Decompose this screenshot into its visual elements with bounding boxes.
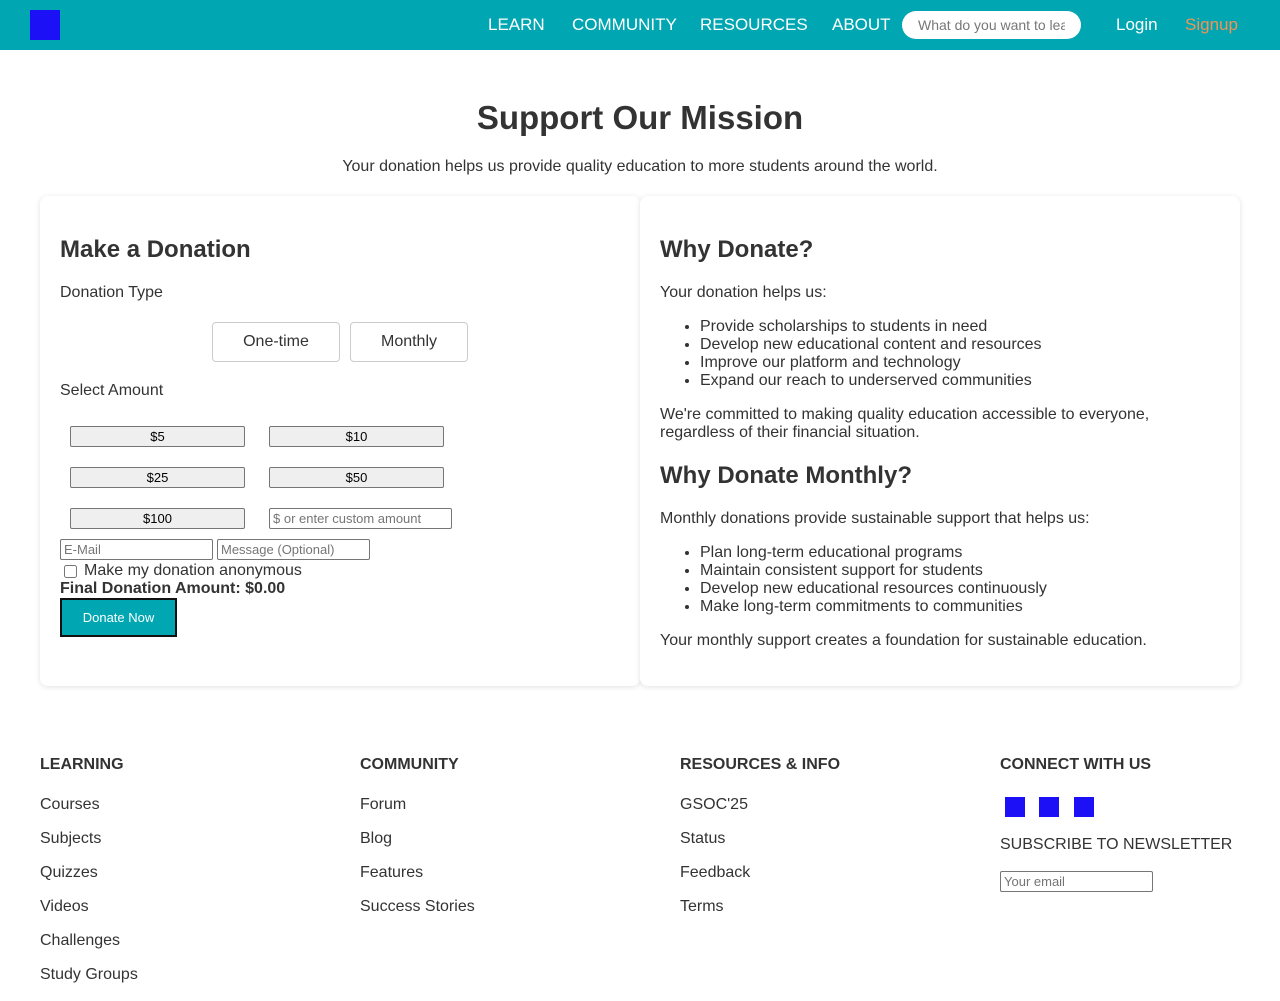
signup-link[interactable]: Signup: [1185, 15, 1238, 35]
why-donate-card: Why Donate? Your donation helps us: Prov…: [640, 196, 1240, 686]
footer-resources-column: RESOURCES & INFO GSOC'25 Status Feedback…: [680, 756, 841, 915]
one-time-button[interactable]: One-time: [212, 322, 340, 362]
final-donation-amount: Final Donation Amount: $0.00: [60, 580, 286, 597]
top-navbar: LEARN COMMUNITY RESOURCES ABOUT Login Si…: [0, 0, 1280, 50]
footer-link-blog[interactable]: Blog: [360, 830, 392, 848]
footer-link-gsoc[interactable]: GSOC'25: [680, 796, 748, 814]
amount-5-button[interactable]: $5: [70, 426, 245, 447]
footer-connect-column: CONNECT WITH US: [1000, 756, 1151, 774]
footer-link-status[interactable]: Status: [680, 830, 725, 848]
nav-learn-link[interactable]: LEARN: [488, 15, 545, 35]
search-input[interactable]: [902, 11, 1081, 39]
footer-learning-column: LEARNING Courses Subjects Quizzes Videos…: [40, 756, 138, 983]
list-item: Make long-term commitments to communitie…: [700, 598, 1220, 616]
amount-100-button[interactable]: $100: [70, 508, 245, 529]
page-title: Support Our Mission: [476, 99, 804, 136]
social-icon[interactable]: [1005, 797, 1025, 817]
donation-card: Make a Donation Donation Type One-time M…: [40, 196, 640, 686]
footer-link-courses[interactable]: Courses: [40, 796, 100, 814]
message-field[interactable]: [217, 539, 370, 560]
footer-link-study-groups[interactable]: Study Groups: [40, 966, 138, 984]
footer-community-heading: COMMUNITY: [360, 756, 459, 773]
list-item: Provide scholarships to students in need: [700, 318, 1220, 336]
custom-amount-input[interactable]: [269, 508, 452, 529]
footer-link-success-stories[interactable]: Success Stories: [360, 898, 475, 916]
why-monthly-intro: Monthly donations provide sustainable su…: [660, 510, 1090, 527]
nav-resources-link[interactable]: RESOURCES: [700, 15, 808, 35]
footer-link-quizzes[interactable]: Quizzes: [40, 864, 98, 882]
why-monthly-closing: Your monthly support creates a foundatio…: [660, 632, 1147, 649]
footer-resources-heading: RESOURCES & INFO: [680, 756, 841, 773]
select-amount-label: Select Amount: [60, 382, 164, 399]
donate-now-button[interactable]: Donate Now: [60, 598, 177, 637]
logo-icon[interactable]: [30, 10, 60, 40]
footer-community-column: COMMUNITY Forum Blog Features Success St…: [360, 756, 475, 915]
anonymous-label: Make my donation anonymous: [84, 562, 302, 579]
nav-community-link[interactable]: COMMUNITY: [572, 15, 677, 35]
amount-50-button[interactable]: $50: [269, 467, 444, 488]
email-field[interactable]: [60, 539, 213, 560]
why-donate-intro: Your donation helps us:: [660, 284, 827, 301]
list-item: Develop new educational content and reso…: [700, 336, 1220, 354]
anonymous-checkbox[interactable]: [64, 564, 77, 578]
newsletter-label: SUBSCRIBE TO NEWSLETTER: [1000, 836, 1233, 853]
login-link[interactable]: Login: [1116, 15, 1158, 35]
footer-link-subjects[interactable]: Subjects: [40, 830, 101, 848]
amount-25-button[interactable]: $25: [70, 467, 245, 488]
footer-connect-heading: CONNECT WITH US: [1000, 756, 1152, 773]
list-item: Plan long-term educational programs: [700, 544, 1220, 562]
list-item: Expand our reach to underserved communit…: [700, 372, 1220, 390]
list-item: Develop new educational resources contin…: [700, 580, 1220, 598]
newsletter-email-input[interactable]: [1000, 871, 1153, 892]
anonymous-row: Make my donation anonymous: [60, 562, 302, 580]
footer-link-challenges[interactable]: Challenges: [40, 932, 120, 950]
list-item: Improve our platform and technology: [700, 354, 1220, 372]
list-item: Maintain consistent support for students: [700, 562, 1220, 580]
footer-link-features[interactable]: Features: [360, 864, 423, 882]
why-monthly-title: Why Donate Monthly?: [660, 462, 912, 489]
why-monthly-list: Plan long-term educational programs Main…: [680, 544, 1220, 616]
why-donate-closing: We're committed to making quality educat…: [660, 406, 1150, 441]
footer-link-feedback[interactable]: Feedback: [680, 864, 750, 882]
amount-10-button[interactable]: $10: [269, 426, 444, 447]
page-subtitle: Your donation helps us provide quality e…: [342, 158, 938, 175]
social-icon[interactable]: [1039, 797, 1059, 817]
footer-learning-heading: LEARNING: [40, 756, 124, 773]
monthly-button[interactable]: Monthly: [350, 322, 468, 362]
nav-about-link[interactable]: ABOUT: [832, 15, 891, 35]
social-icon[interactable]: [1074, 797, 1094, 817]
why-donate-title: Why Donate?: [660, 236, 814, 263]
donation-title: Make a Donation: [60, 236, 251, 263]
footer-link-forum[interactable]: Forum: [360, 796, 406, 814]
why-donate-list: Provide scholarships to students in need…: [680, 318, 1220, 390]
footer-link-videos[interactable]: Videos: [40, 898, 89, 916]
donation-type-label: Donation Type: [60, 284, 163, 301]
footer-link-terms[interactable]: Terms: [680, 898, 724, 916]
